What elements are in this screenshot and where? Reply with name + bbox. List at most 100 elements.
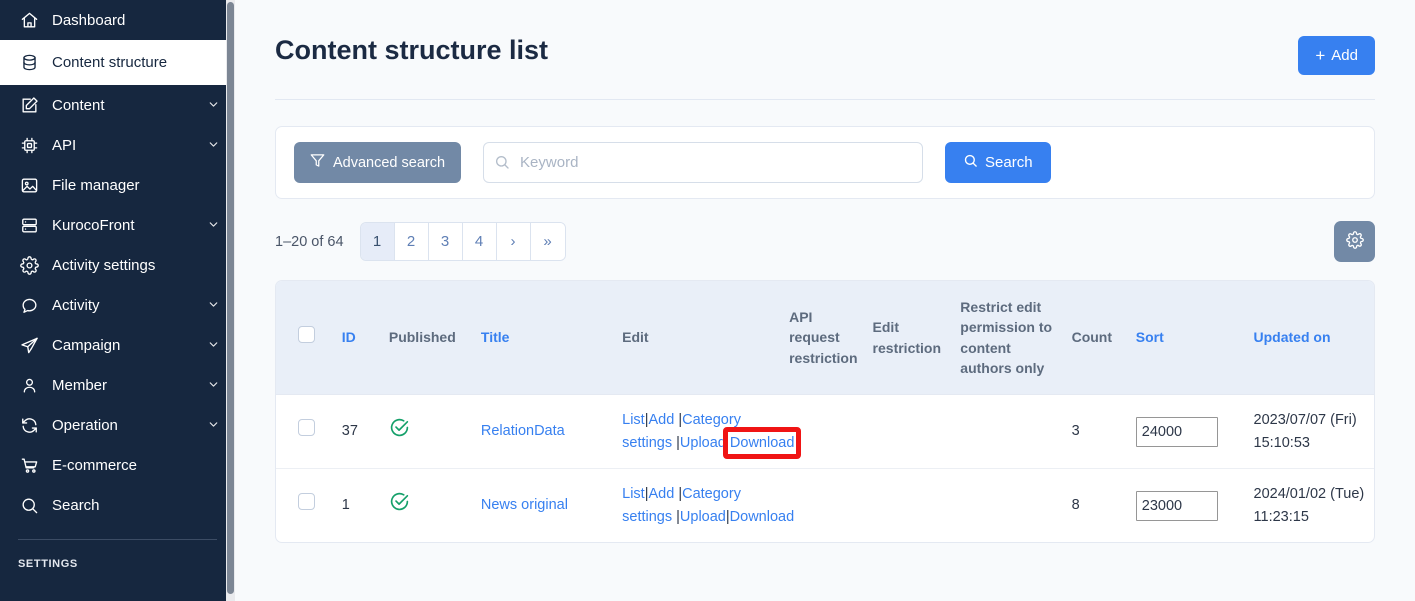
home-icon [18, 9, 40, 31]
advanced-search-label: Advanced search [333, 154, 446, 171]
page-1[interactable]: 1 [360, 223, 395, 260]
user-icon [18, 374, 40, 396]
select-all-checkbox[interactable] [298, 326, 315, 344]
page-3[interactable]: 3 [428, 223, 463, 260]
cell-count: 3 [1063, 394, 1128, 469]
chevron-down-icon[interactable] [207, 98, 221, 112]
sidebar-scrollbar[interactable] [226, 0, 235, 601]
table-row: 1 News original List|Add |Category setting… [276, 468, 1374, 543]
sidebar-item-file-manager[interactable]: File manager [0, 165, 235, 205]
cell-id: 1 [333, 468, 381, 543]
sidebar-item-activity-settings[interactable]: Activity settings [0, 245, 235, 285]
sidebar-item-search[interactable]: Search [0, 485, 235, 525]
sidebar-item-operation[interactable]: Operation [0, 405, 235, 445]
chevron-down-icon[interactable] [207, 418, 221, 432]
sidebar-item-content[interactable]: Content [0, 85, 235, 125]
image-icon [18, 174, 40, 196]
chevron-down-icon[interactable] [207, 138, 221, 152]
keyword-input[interactable] [483, 142, 924, 183]
sidebar-item-api[interactable]: API [0, 125, 235, 165]
sidebar-item-campaign[interactable]: Campaign [0, 325, 235, 365]
row-checkbox-cell [276, 394, 334, 469]
row-checkbox[interactable] [298, 493, 315, 511]
row-checkbox-cell [276, 468, 334, 543]
paper-plane-icon [18, 334, 40, 356]
cell-edit: List|Add |Category settings |Upload Down… [614, 394, 794, 469]
cell-id: 37 [333, 394, 381, 469]
search-icon [18, 494, 40, 516]
column-header-edit: Edit [614, 281, 782, 395]
table-settings-button[interactable] [1334, 221, 1375, 262]
column-header-restrict-edit-permission: Restrict edit permission to content auth… [952, 281, 1064, 395]
sidebar-item-label: Member [52, 376, 108, 394]
column-header-id[interactable]: ID [333, 281, 381, 395]
column-header-count: Count [1063, 281, 1128, 395]
chevron-down-icon[interactable] [207, 338, 221, 352]
pagination: 1 2 3 4 ›» [359, 222, 566, 261]
edit-link-upload[interactable]: Upload [680, 435, 726, 451]
edit-link-add[interactable]: Add [649, 486, 675, 502]
header-divider [275, 99, 1375, 100]
column-header-published: Published [380, 281, 473, 395]
advanced-search-button[interactable]: Advanced search [294, 142, 462, 183]
edit-square-icon [18, 94, 40, 116]
server-icon [18, 214, 40, 236]
column-header-sort[interactable]: Sort [1127, 281, 1246, 395]
edit-link-list[interactable]: List [622, 486, 645, 502]
page-4[interactable]: 4 [462, 223, 497, 260]
pagination-count: 1–20 of 64 [275, 233, 344, 250]
edit-link-download[interactable]: Download [730, 435, 795, 451]
content-structure-table: ID Published Title Edit API request rest… [275, 280, 1375, 544]
edit-link-upload[interactable]: Upload [680, 509, 726, 525]
sidebar-item-content-structure[interactable]: Content structure [0, 40, 235, 85]
cell-updated-on: 2024/01/02 (Tue) 11:23:15 [1245, 468, 1374, 543]
table-row: 37 RelationData List|Add |Category setting… [276, 394, 1374, 469]
sidebar-section-settings: SETTINGS [18, 558, 78, 570]
page-last[interactable]: » [530, 223, 565, 260]
sidebar-item-label: API [52, 136, 77, 154]
edit-separator: | [672, 434, 680, 451]
sidebar-item-kurocofront[interactable]: KurocoFront [0, 205, 235, 245]
chevron-down-icon[interactable] [207, 298, 221, 312]
sidebar-item-label: Operation [52, 416, 118, 434]
cell-title: News original [472, 468, 615, 543]
page-next[interactable]: › [496, 223, 531, 260]
cell-published [380, 394, 473, 469]
column-header-title[interactable]: Title [472, 281, 615, 395]
sidebar-item-label: Dashboard [52, 11, 126, 29]
sidebar-item-e-commerce[interactable]: E-commerce [0, 445, 235, 485]
app-root: Dashboard Content structure Content API File… [0, 0, 1415, 601]
sidebar-item-activity[interactable]: Activity [0, 285, 235, 325]
chevron-down-icon[interactable] [207, 218, 221, 232]
sidebar-item-dashboard[interactable]: Dashboard [0, 0, 235, 40]
edit-link-list[interactable]: List [622, 412, 645, 428]
sidebar-item-label: E-commerce [52, 456, 138, 474]
sidebar-item-label: Activity settings [52, 256, 156, 274]
sort-input[interactable] [1135, 416, 1218, 447]
title-link[interactable]: RelationData [481, 423, 565, 439]
edit-link-download[interactable]: Download [730, 509, 795, 525]
sort-input[interactable] [1135, 490, 1218, 521]
check-circle-icon [389, 417, 410, 445]
column-header-updated-on[interactable]: Updated on [1245, 281, 1374, 395]
sidebar-scrollbar-thumb[interactable] [227, 2, 234, 594]
cell-api-request-restriction [781, 394, 865, 469]
edit-link-add[interactable]: Add [649, 412, 675, 428]
page-2[interactable]: 2 [394, 223, 429, 260]
search-button[interactable]: Search [945, 142, 1051, 183]
cell-published [380, 468, 473, 543]
pagination-row: 1–20 of 64 1 2 3 4 ›» [275, 221, 1375, 262]
search-button-label: Search [985, 154, 1033, 171]
column-header-api-request-restriction: API request restriction [781, 281, 865, 395]
table-header-row: ID Published Title Edit API request rest… [276, 281, 1374, 395]
sidebar-item-label: Content [52, 96, 105, 114]
row-checkbox[interactable] [298, 419, 315, 437]
chevron-down-icon[interactable] [207, 378, 221, 392]
title-link[interactable]: News original [481, 497, 568, 513]
sidebar-item-member[interactable]: Member [0, 365, 235, 405]
cell-edit: List|Add |Category settings |Upload|Down… [614, 468, 794, 543]
cell-updated-on: 2023/07/07 (Fri) 15:10:53 [1245, 394, 1374, 469]
refresh-icon [18, 414, 40, 436]
add-button[interactable]: + Add [1298, 36, 1375, 75]
page-header: Content structure list + Add [235, 0, 1415, 75]
